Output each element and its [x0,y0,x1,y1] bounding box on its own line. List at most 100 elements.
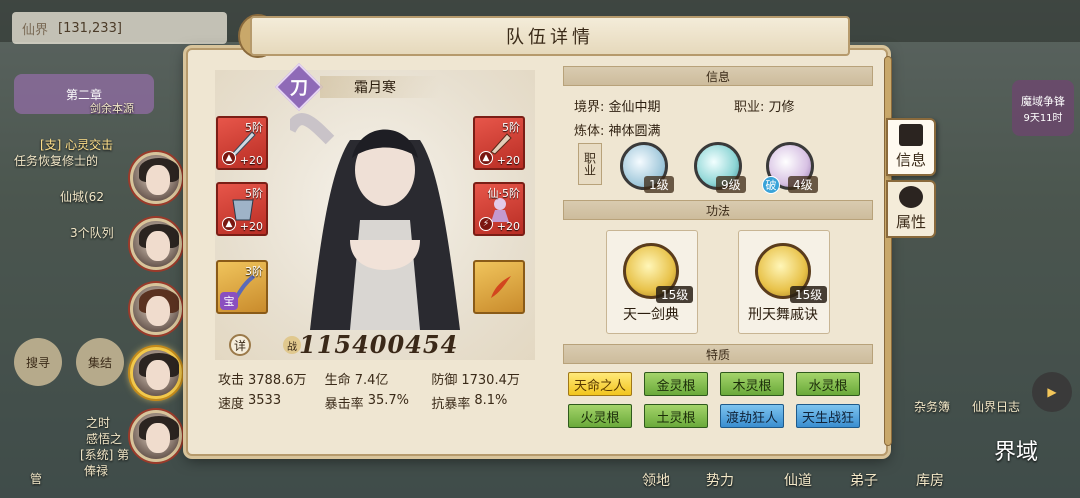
team-portrait-1[interactable] [130,152,182,204]
log-line-1: 之时 [86,416,111,430]
info-realm: 境界: 金仙中期 [574,96,661,115]
stat-label: 攻击 [218,372,245,388]
task-desc: 恢复修士的 [38,154,99,168]
nav-realm-domain[interactable]: 界域 [994,434,1038,466]
nav-disciples[interactable]: 弟子 [850,470,878,490]
nav-territory[interactable]: 领地 [642,470,670,490]
figure-icon [899,186,923,208]
trait-chip[interactable]: 金灵根 [644,372,708,396]
job-tag: 职业 [578,143,602,185]
info-section-title: 信息 [705,69,730,84]
technique-section-title: 功法 [705,203,730,218]
equip-tier: 5阶 [245,121,263,134]
fire-mark-icon: ▲ [479,151,493,165]
trait-chip[interactable]: 火灵根 [568,404,632,428]
team-count: 3个队列 [70,226,114,240]
portrait-face [146,423,170,453]
hero-name-text: 霜月寒 [354,80,396,96]
equip-enhance: +20 [496,154,520,167]
fire-mark-icon: ▲ [222,217,236,231]
stat-label: 生命 [324,372,351,388]
fire-mark-icon: ▲ [222,151,236,165]
trait-chip[interactable]: 土灵根 [644,404,708,428]
stat-label: 防御 [431,372,458,388]
bottom-left-label: 管 [30,472,43,486]
equip-slot-weapon[interactable]: 5阶 +20 ▲ [216,116,268,170]
info-body: 炼体: 神体圆满 [574,120,661,139]
panel-title-bar: 队伍详情 [250,16,850,56]
hero-stats: 攻击 3788.6万 生命 7.4亿 防御 1730.4万 速度 3533 暴击… [218,366,538,414]
nav-faction[interactable]: 势力 [706,470,734,490]
realm-value: [131,233] [58,20,122,36]
info-section-header: 信息 [563,66,873,86]
technique-1-name: 天一剑典 [623,307,679,323]
team-portrait-5[interactable] [130,410,182,462]
trait-chip[interactable]: 天生战狂 [796,404,860,428]
stat-value: 3788.6万 [248,372,307,388]
equip-slot-immortal[interactable]: 仙·5阶 +20 ⚡ [473,182,525,236]
task-tag: 任务 [14,154,39,168]
team-portrait-4-selected[interactable] [130,347,182,399]
play-icon[interactable]: ▶ [1032,372,1072,412]
team-portrait-3[interactable] [130,283,182,335]
stat-value: 35.7% [367,392,409,408]
realm-key: 境界: [574,100,605,115]
nav-immortal-path[interactable]: 仙道 [784,470,812,490]
search-button[interactable]: 搜寻 [14,338,62,386]
equip-slot-accessory[interactable]: 5阶 +20 ▲ [473,116,525,170]
blade-class-icon: 刀 [290,78,308,99]
demon-realm-event-button[interactable]: 魔域争锋 9天11时 [1012,80,1074,136]
equip-slot-armor[interactable]: 5阶 +20 ▲ [216,182,268,236]
combat-power-value: 115400454 [299,330,459,359]
trait-chip[interactable]: 木灵根 [720,372,784,396]
tab-attributes[interactable]: 属性 [886,180,936,238]
nav-storehouse[interactable]: 库房 [916,470,944,490]
search-label: 搜寻 [25,355,50,370]
job-key: 职业: [734,100,765,115]
breakthrough-badge: 破 [762,176,780,194]
panel-title: 队伍详情 [506,27,594,48]
lightning-mark-icon: ⚡ [479,217,493,231]
detail-button[interactable]: 详 [229,334,251,356]
city-label: 仙城(62 [60,190,104,204]
trait-chip[interactable]: 渡劫狂人 [720,404,784,428]
trait-chip[interactable]: 天命之人 [568,372,632,396]
trait-section-title: 特质 [705,347,730,362]
equip-slot-artifact[interactable] [473,260,525,314]
equip-enhance: +20 [239,154,263,167]
log-line-3: [系统] 第 [80,448,130,462]
stat-label: 暴击率 [324,396,364,412]
stats-row-2: 速度 3533 暴击率 35.7% 抗暴率 8.1% [218,390,538,414]
equip-slot-treasure[interactable]: 3阶 宝 [216,260,268,314]
realm-log-label[interactable]: 仙界日志 [972,398,1020,415]
stat-label: 速度 [218,396,245,412]
stat-label: 抗暴率 [431,396,471,412]
hero-character-art [290,113,460,330]
realm-val: 金仙中期 [608,100,661,115]
tab-info-label: 信息 [895,151,926,169]
equip-enhance: +20 [239,220,263,233]
job-skill-3-level: 4级 [788,176,818,193]
stat-value: 1730.4万 [461,372,520,388]
equip-tier: 仙·5阶 [487,187,521,200]
gather-label: 集结 [87,355,112,370]
body-val: 神体圆满 [608,124,661,139]
technique-section-header: 功法 [563,200,873,220]
log-line-4: 俸禄 [84,464,109,478]
equip-tier: 5阶 [502,121,520,134]
team-portrait-2[interactable] [130,218,182,270]
chores-label[interactable]: 杂务簿 [914,398,950,415]
document-icon [899,124,923,146]
gather-button[interactable]: 集结 [76,338,124,386]
trait-chip[interactable]: 水灵根 [796,372,860,396]
stat-crit-resist: 抗暴率 8.1% [431,393,538,412]
stat-value: 7.4亿 [354,372,389,388]
tab-info[interactable]: 信息 [886,118,936,176]
equip-tier: 5阶 [245,187,263,200]
stat-value: 8.1% [474,392,508,408]
stat-defense: 防御 1730.4万 [431,369,538,388]
demon-realm-label: 魔域争锋 [1021,94,1065,108]
stat-value: 3533 [248,392,282,408]
realm-coordinate-bar[interactable]: 仙界 [131,233] [12,12,227,44]
log-line-2: 感悟之 [86,432,123,446]
